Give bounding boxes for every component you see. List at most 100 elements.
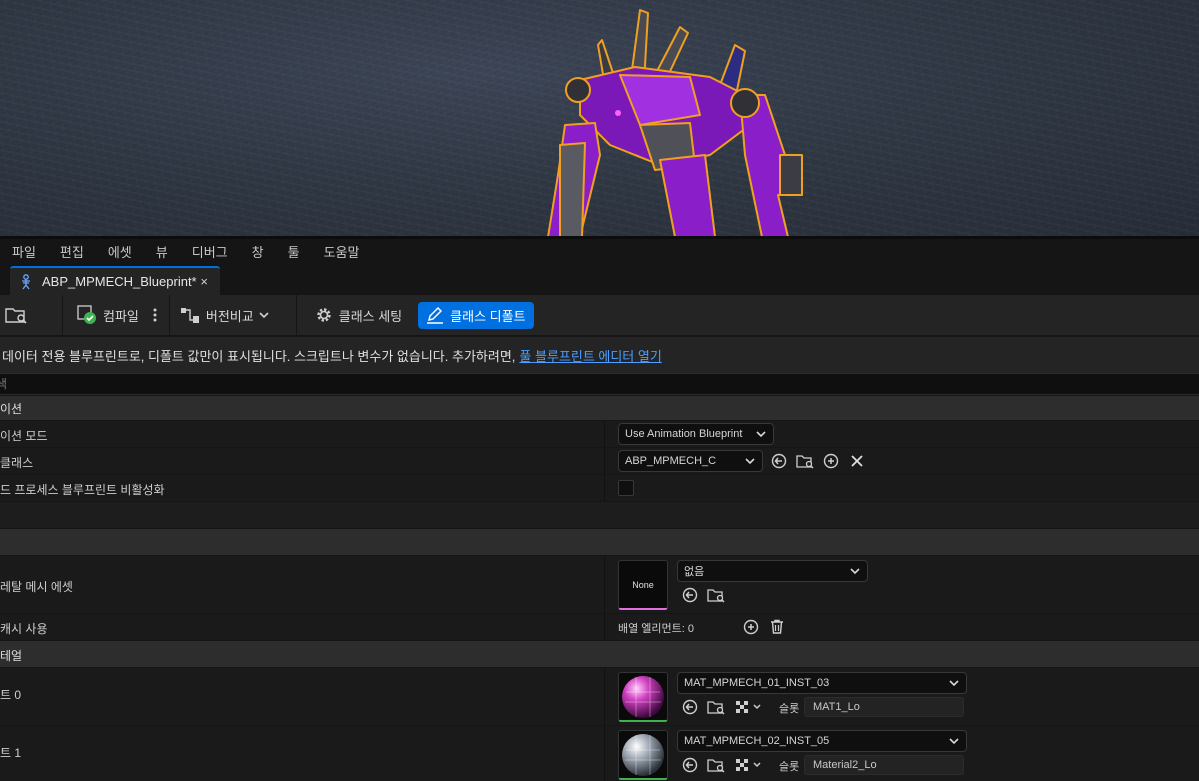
column-divider <box>604 475 605 501</box>
data-only-notice: 데이터 전용 블루프린트로, 디폴트 값만이 표시됩니다. 스크립트나 변수가 … <box>0 337 1199 373</box>
toolbar-separator <box>168 295 170 335</box>
class-defaults-label: 클래스 디폴트 <box>450 308 526 324</box>
column-divider <box>604 556 605 613</box>
tab-title: ABP_MPMECH_Blueprint* <box>42 274 197 289</box>
use-selected-icon[interactable] <box>771 453 787 469</box>
skeletal-mesh-dropdown[interactable]: 없음 <box>677 560 868 582</box>
property-label: 트 1 <box>0 746 22 760</box>
material-0-dropdown[interactable]: MAT_MPMECH_01_INST_03 <box>677 672 967 694</box>
checker-icon[interactable] <box>735 699 763 715</box>
slot-name-field[interactable]: Material2_Lo <box>804 755 964 775</box>
material-sphere-icon <box>622 675 664 718</box>
compile-options-button[interactable] <box>147 301 169 329</box>
folder-search-icon <box>5 308 27 324</box>
property-label: 트 0 <box>0 688 22 702</box>
column-divider <box>604 726 605 781</box>
animation-mode-dropdown[interactable]: Use Animation Blueprint <box>618 423 774 445</box>
class-settings-button[interactable]: 클래스 세팅 <box>307 301 410 329</box>
column-divider <box>604 448 605 474</box>
thumbnail-none-label: None <box>632 579 654 590</box>
property-disable-postprocess: 드 프로세스 블루프린트 비활성화 <box>0 475 1199 502</box>
toolbar-separator <box>295 295 297 335</box>
material-sphere-icon <box>622 733 664 776</box>
details-search-input[interactable] <box>0 374 396 394</box>
level-viewport[interactable] <box>0 0 1199 237</box>
compile-button[interactable]: 컴파일 <box>69 301 147 329</box>
category-title: 테얼 <box>0 649 23 663</box>
category-materials[interactable]: 테얼 <box>0 641 1199 668</box>
menu-asset[interactable]: 에셋 <box>108 242 132 261</box>
dropdown-value: MAT_MPMECH_02_INST_05 <box>684 735 830 747</box>
slot-name-value: MAT1_Lo <box>813 701 860 713</box>
property-label: 클래스 <box>0 456 34 470</box>
slot-name-field[interactable]: MAT1_Lo <box>804 697 964 717</box>
class-defaults-button[interactable]: 클래스 디폴트 <box>418 301 534 329</box>
property-label: 캐시 사용 <box>0 622 48 636</box>
open-full-editor-link[interactable]: 풀 블루프린트 에디터 열기 <box>519 346 661 365</box>
chevron-down-icon <box>259 312 269 319</box>
use-selected-icon[interactable] <box>682 699 698 715</box>
dropdown-value: 없음 <box>684 566 705 578</box>
menu-debug[interactable]: 디버그 <box>192 242 228 261</box>
property-use-mesh: 캐시 사용 배열 엘리먼트: 0 <box>0 614 1199 641</box>
dropdown-value: MAT_MPMECH_01_INST_03 <box>684 677 830 689</box>
chevron-down-icon <box>850 568 860 575</box>
category-title: 이션 <box>0 402 23 416</box>
column-divider <box>604 421 605 447</box>
compile-check-icon <box>77 305 96 324</box>
skeleton-icon <box>18 273 34 290</box>
chevron-down-icon <box>949 738 959 745</box>
category-animation[interactable]: 이션 <box>0 396 1199 421</box>
pencil-edit-icon <box>427 306 444 324</box>
mesh-thumbnail[interactable]: None <box>618 560 668 610</box>
property-animation-mode: 이션 모드 Use Animation Blueprint <box>0 421 1199 448</box>
dropdown-value: Use Animation Blueprint <box>625 428 743 440</box>
diff-icon <box>180 308 199 323</box>
details-search-bar <box>0 373 1199 395</box>
browse-folder-icon[interactable] <box>707 587 725 603</box>
notice-text: 데이터 전용 블루프린트로, 디폴트 값만이 표시됩니다. 스크립트나 변수가 … <box>2 348 516 364</box>
menu-help[interactable]: 도움말 <box>324 242 360 261</box>
slot-label: 슬롯 <box>779 703 800 715</box>
add-icon[interactable] <box>823 453 839 469</box>
add-element-icon[interactable] <box>743 619 759 635</box>
compile-label: 컴파일 <box>103 308 139 324</box>
browse-asset-button[interactable] <box>0 301 42 329</box>
clear-icon[interactable] <box>849 453 865 469</box>
property-anim-class: 클래스 ABP_MPMECH_C <box>0 448 1199 475</box>
browse-folder-icon[interactable] <box>707 757 725 773</box>
trash-icon[interactable] <box>769 619 785 635</box>
property-material-element-1: 트 1 MAT_MPMECH_02_INST_05 슬롯 Material2_L… <box>0 726 1199 781</box>
anim-class-dropdown[interactable]: ABP_MPMECH_C <box>618 450 763 472</box>
browse-folder-icon[interactable] <box>707 699 725 715</box>
slot-label: 슬롯 <box>779 761 800 773</box>
property-label: 이션 모드 <box>0 429 48 443</box>
disable-postprocess-checkbox[interactable] <box>618 480 634 496</box>
close-icon[interactable]: × <box>200 274 208 289</box>
property-label: 드 프로세스 블루프린트 비활성화 <box>0 483 165 497</box>
material-1-dropdown[interactable]: MAT_MPMECH_02_INST_05 <box>677 730 967 752</box>
category-mesh[interactable] <box>0 529 1199 556</box>
menu-window[interactable]: 창 <box>252 242 264 261</box>
menu-view[interactable]: 뷰 <box>156 242 168 261</box>
class-settings-label: 클래스 세팅 <box>338 308 403 324</box>
use-selected-icon[interactable] <box>682 757 698 773</box>
menu-tools[interactable]: 툴 <box>288 242 300 261</box>
property-label: 레탈 메시 에셋 <box>0 580 73 594</box>
mech-character-preview <box>547 9 803 237</box>
use-selected-icon[interactable] <box>682 587 698 603</box>
diff-button[interactable]: 버전비교 <box>172 301 284 329</box>
kebab-menu-icon <box>153 308 157 322</box>
checker-icon[interactable] <box>735 757 763 773</box>
tab-blueprint[interactable]: ABP_MPMECH_Blueprint* × <box>10 266 220 295</box>
property-spacer <box>0 502 1199 529</box>
browse-folder-icon[interactable] <box>796 453 814 469</box>
chevron-down-icon <box>756 431 766 438</box>
property-material-element-0: 트 0 MAT_MPMECH_01_INST_03 슬롯 MAT1_Lo <box>0 668 1199 726</box>
material-thumbnail[interactable] <box>618 672 668 722</box>
toolbar-separator <box>62 295 63 335</box>
material-thumbnail[interactable] <box>618 730 668 780</box>
toolbar: 컴파일 버전비교 클래스 세팅 클래스 디폴트 <box>0 295 1199 335</box>
menu-edit[interactable]: 편집 <box>60 242 84 261</box>
menu-file[interactable]: 파일 <box>12 242 36 261</box>
